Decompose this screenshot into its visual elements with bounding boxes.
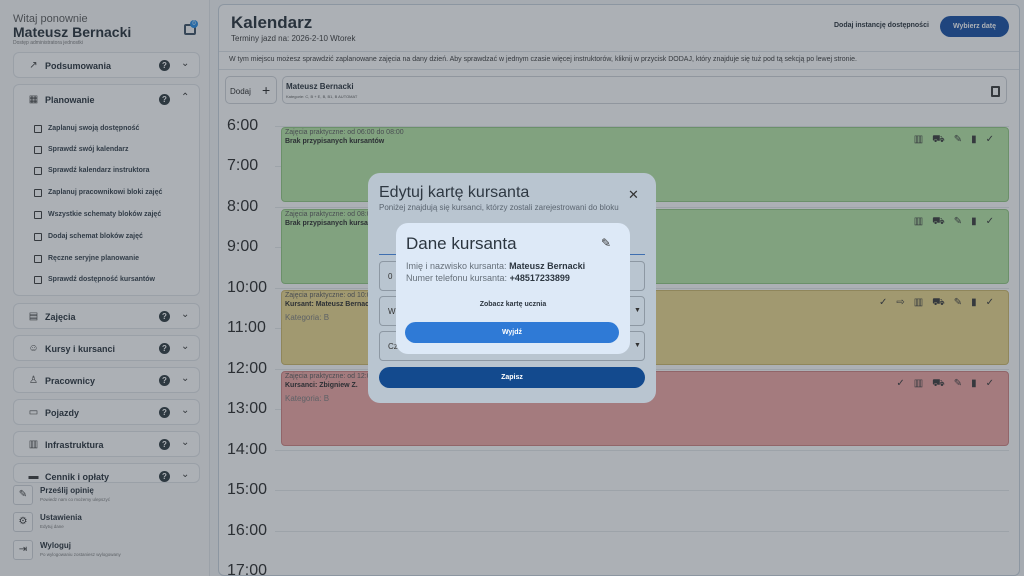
exit-button[interactable]: Wyjdź: [405, 322, 619, 343]
phone-label: Numer telefonu kursanta:: [406, 273, 508, 283]
name-value: Mateusz Bernacki: [509, 261, 586, 271]
dropdown-arrow-icon: ▼: [634, 307, 641, 314]
pencil-icon[interactable]: ✎: [601, 236, 611, 250]
details-title: Dane kursanta: [406, 234, 517, 253]
modal-title: Edytuj kartę kursanta: [379, 184, 530, 201]
view-student-card-link[interactable]: Zobacz kartę ucznia: [396, 301, 630, 308]
dropdown-arrow-icon: ▼: [634, 342, 641, 349]
modal-subtitle: Poniżej znajdują się kursanci, którzy zo…: [379, 203, 619, 212]
save-button[interactable]: Zapisz: [379, 367, 645, 388]
student-name-row: Imię i nazwisko kursanta: Mateusz Bernac…: [406, 261, 585, 271]
student-phone-row: Numer telefonu kursanta: +48517233899: [406, 273, 570, 283]
field-value: 0: [388, 272, 393, 281]
name-label: Imię i nazwisko kursanta:: [406, 261, 507, 271]
phone-value: +48517233899: [509, 273, 570, 283]
close-icon[interactable]: ✕: [628, 187, 639, 203]
student-details-modal: Dane kursanta ✎ Imię i nazwisko kursanta…: [396, 223, 630, 354]
field-value: W: [388, 307, 396, 316]
